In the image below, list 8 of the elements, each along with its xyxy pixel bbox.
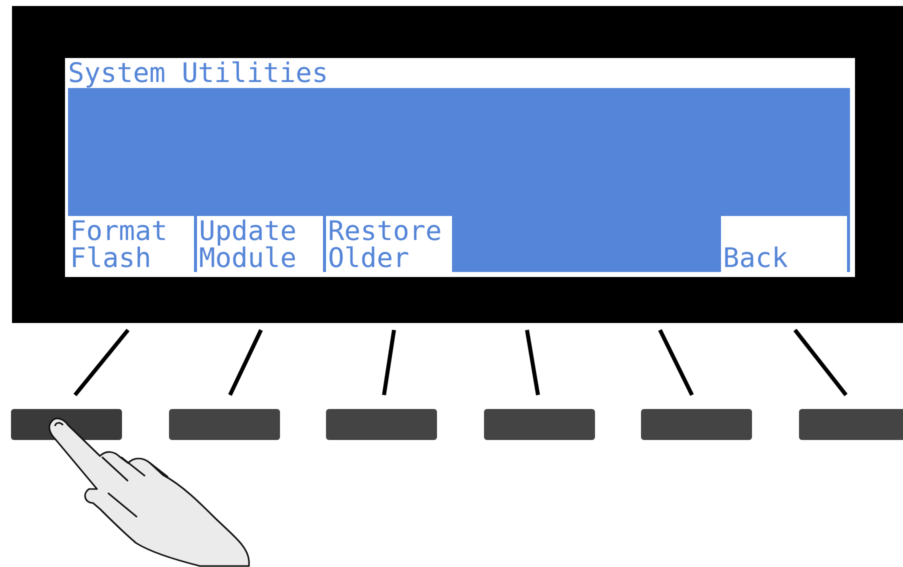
- leader-line: [658, 329, 694, 396]
- leader-line: [73, 328, 130, 396]
- leader-line: [228, 329, 263, 396]
- screen-title: System Utilities: [68, 60, 330, 88]
- softkey-label: Update Module: [197, 216, 326, 272]
- leader-line: [525, 330, 540, 396]
- leader-line: [382, 330, 396, 396]
- leader-line: [793, 328, 848, 396]
